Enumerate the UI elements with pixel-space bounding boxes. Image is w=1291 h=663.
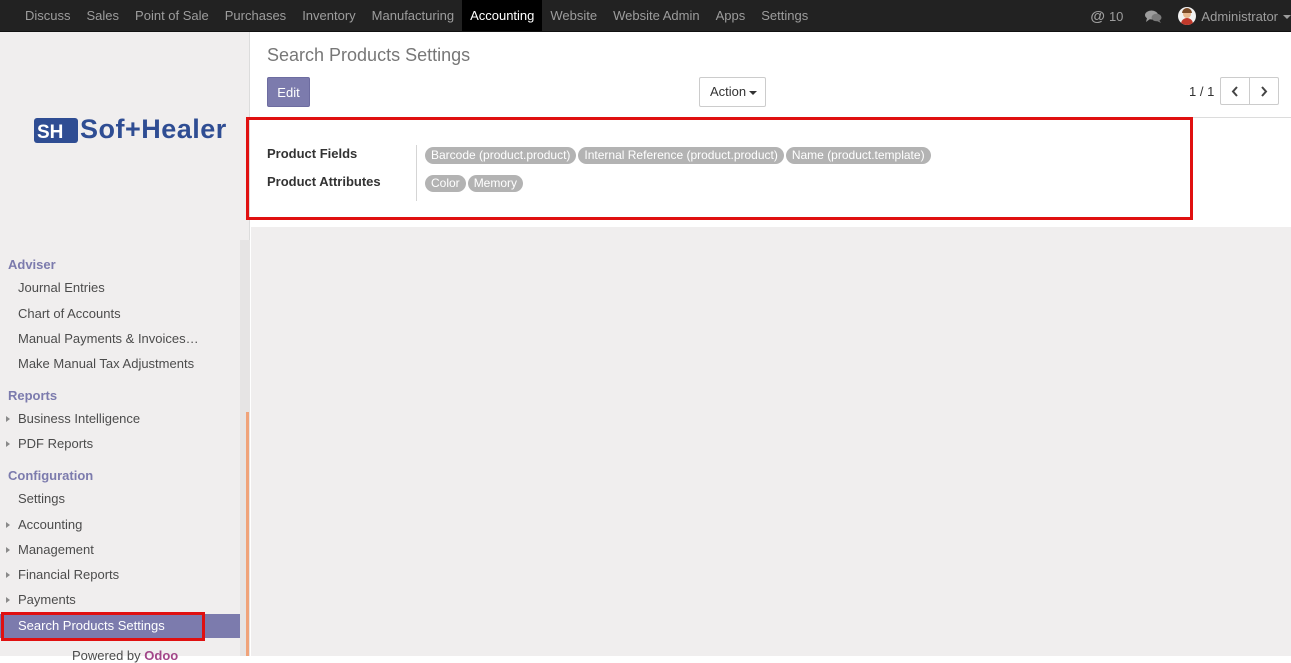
pager-value[interactable]: 1 / 1 <box>1189 84 1214 99</box>
menu-sales[interactable]: Sales <box>79 0 128 31</box>
caret-down-icon <box>749 90 758 95</box>
caret-right-icon <box>6 597 10 603</box>
caret-right-icon <box>6 416 10 422</box>
sidebar-item-financial-reports[interactable]: Financial Reports <box>0 563 240 587</box>
menu-purchases[interactable]: Purchases <box>217 0 294 31</box>
caret-right-icon <box>6 441 10 447</box>
control-panel: Search Products Settings Edit Action 1 /… <box>251 32 1291 118</box>
avatar <box>1178 7 1197 25</box>
sidebar: SH Sof+Healer Adviser Journal Entries Ch… <box>0 32 250 663</box>
sidebar-item-label: Accounting <box>18 517 83 532</box>
section-reports: Reports <box>8 388 58 403</box>
systray: @ 10 Administrator <box>1090 0 1291 32</box>
caret-right-icon <box>6 572 10 578</box>
comments-icon <box>1145 10 1162 23</box>
logo-text: Sof+Healer <box>80 114 227 144</box>
app-menu: Discuss Sales Point of Sale Purchases In… <box>17 0 816 32</box>
menu-website[interactable]: Website <box>542 0 605 31</box>
menu-accounting[interactable]: Accounting <box>462 0 543 31</box>
sidebar-item-settings[interactable]: Settings <box>0 487 240 511</box>
highlight-box-sidebar <box>1 612 205 641</box>
sidebar-item-label: Payments <box>18 592 76 607</box>
chevron-left-icon <box>1231 85 1238 97</box>
sidebar-scrollbar[interactable] <box>240 240 250 656</box>
softhealer-logo: SH Sof+Healer <box>34 114 226 151</box>
sidebar-item-journal-entries[interactable]: Journal Entries <box>0 276 240 300</box>
sidebar-item-manual-tax-adjustments[interactable]: Make Manual Tax Adjustments <box>0 352 240 376</box>
menu-apps[interactable]: Apps <box>708 0 754 31</box>
at-icon: @ <box>1090 7 1105 25</box>
mentions-button[interactable]: @ 10 <box>1090 0 1123 32</box>
highlight-box-form <box>246 117 1193 220</box>
chevron-right-icon <box>1261 85 1268 97</box>
action-dropdown[interactable]: Action <box>699 77 766 107</box>
caret-right-icon <box>6 522 10 528</box>
chevron-down-icon <box>1283 15 1291 19</box>
menu-settings[interactable]: Settings <box>753 0 816 31</box>
page-title: Search Products Settings <box>267 45 471 65</box>
user-name: Administrator <box>1201 8 1278 24</box>
caret-right-icon <box>6 547 10 553</box>
sidebar-item-label: Financial Reports <box>18 567 120 582</box>
section-adviser: Adviser <box>8 257 56 272</box>
sidebar-item-management[interactable]: Management <box>0 538 240 562</box>
menu-discuss[interactable]: Discuss <box>17 0 79 31</box>
pager-next-button[interactable] <box>1249 77 1279 105</box>
svg-text:SH: SH <box>37 122 63 143</box>
sidebar-item-label: Business Intelligence <box>18 411 141 426</box>
user-menu[interactable]: Administrator <box>1178 0 1291 32</box>
section-configuration: Configuration <box>8 468 94 483</box>
menu-point-of-sale[interactable]: Point of Sale <box>127 0 217 31</box>
menu-manufacturing[interactable]: Manufacturing <box>364 0 462 31</box>
sidebar-item-label: PDF Reports <box>18 436 94 451</box>
chat-button[interactable] <box>1145 0 1162 32</box>
sidebar-item-manual-payments[interactable]: Manual Payments & Invoices… <box>0 327 240 351</box>
sidebar-item-chart-of-accounts[interactable]: Chart of Accounts <box>0 302 240 326</box>
sidebar-item-business-intelligence[interactable]: Business Intelligence <box>0 407 240 431</box>
softhealer-logo-mark: SH <box>34 118 78 143</box>
action-label: Action <box>710 84 747 99</box>
edit-button[interactable]: Edit <box>267 77 310 107</box>
menu-website-admin[interactable]: Website Admin <box>605 0 707 31</box>
pager-previous-button[interactable] <box>1220 77 1250 105</box>
top-navbar: Discuss Sales Point of Sale Purchases In… <box>0 0 1291 32</box>
menu-inventory[interactable]: Inventory <box>294 0 363 31</box>
sidebar-item-label: Management <box>18 542 94 557</box>
sidebar-item-accounting[interactable]: Accounting <box>0 513 240 537</box>
sidebar-item-pdf-reports[interactable]: PDF Reports <box>0 432 240 456</box>
sidebar-item-payments[interactable]: Payments <box>0 588 240 612</box>
mention-count: 10 <box>1108 8 1124 24</box>
